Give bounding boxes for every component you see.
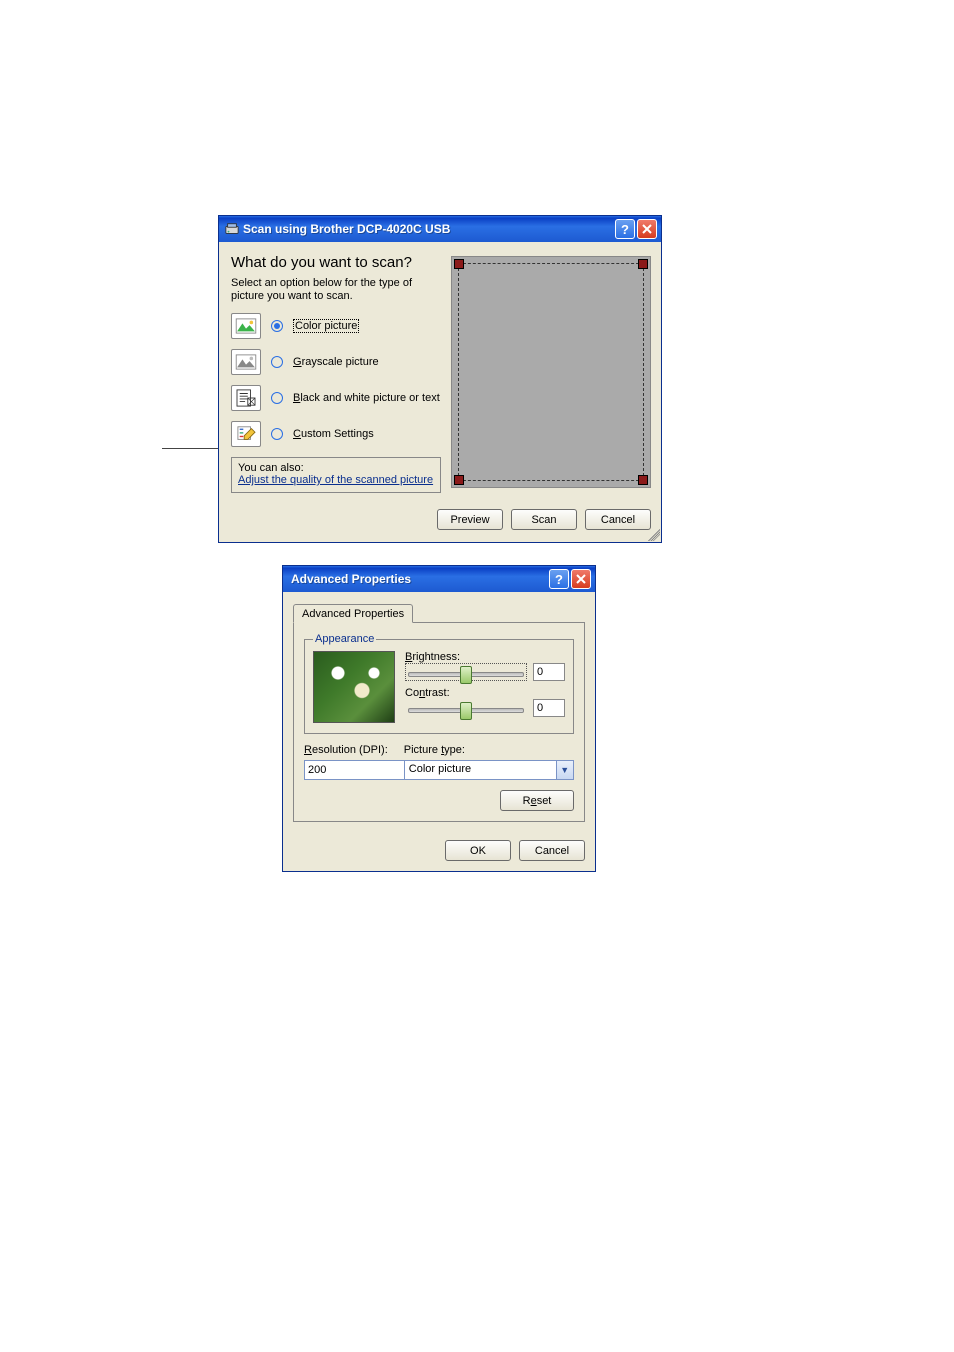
option-color-picture[interactable]: Color picture [231,313,441,339]
tab-advanced-properties[interactable]: Advanced Properties [293,604,413,623]
adv-dialog-titlebar[interactable]: Advanced Properties ? [283,566,595,592]
contrast-value-input[interactable] [533,699,565,717]
appearance-group: Appearance Brightness: [304,633,574,734]
crop-handle-bottom-left[interactable] [454,475,464,485]
titlebar-close-button[interactable] [571,569,591,589]
scan-subtext: Select an option below for the type of p… [231,277,441,303]
picture-type-value: Color picture [405,761,556,779]
option-label: Color picture [293,320,359,332]
custom-settings-icon [231,421,261,447]
cancel-button[interactable]: Cancel [585,509,651,530]
you-can-also-box: You can also: Adjust the quality of the … [231,457,441,493]
brightness-label: Brightness: [405,651,565,663]
titlebar-help-button[interactable]: ? [615,219,635,239]
radio-icon [271,356,283,368]
picture-type-label: Picture type: [404,744,574,756]
bw-text-icon [231,385,261,411]
scan-dialog: Scan using Brother DCP-4020C USB ? What … [218,215,662,543]
option-label: Black and white picture or text [293,392,440,404]
grayscale-picture-icon [231,349,261,375]
picture-type-combobox[interactable]: Color picture ▼ [404,760,574,780]
option-custom-settings[interactable]: Custom Settings [231,421,441,447]
tab-page: Appearance Brightness: [293,622,585,822]
scan-dialog-titlebar[interactable]: Scan using Brother DCP-4020C USB ? [219,216,661,242]
chevron-down-icon[interactable]: ▼ [556,761,573,779]
option-black-white-text[interactable]: Black and white picture or text [231,385,441,411]
scan-preview-area[interactable] [451,256,651,488]
contrast-slider[interactable] [405,699,527,717]
option-grayscale-picture[interactable]: Grayscale picture [231,349,441,375]
leader-line [162,448,226,449]
radio-icon [271,320,283,332]
slider-thumb-icon[interactable] [460,666,472,684]
resolution-spinner[interactable]: ▲ ▼ [304,760,376,780]
crop-handle-bottom-right[interactable] [638,475,648,485]
cancel-button[interactable]: Cancel [519,840,585,861]
appearance-legend: Appearance [313,633,376,645]
resize-grip[interactable] [648,529,660,541]
adv-dialog-title: Advanced Properties [291,572,411,586]
color-picture-icon [231,313,261,339]
advanced-properties-dialog: Advanced Properties ? Advanced Propertie… [282,565,596,872]
titlebar-help-button[interactable]: ? [549,569,569,589]
scan-button[interactable]: Scan [511,509,577,530]
titlebar-close-button[interactable] [637,219,657,239]
preview-button[interactable]: Preview [437,509,503,530]
scanner-icon [225,222,239,236]
crop-selection[interactable] [458,263,644,481]
contrast-label: Contrast: [405,687,565,699]
adjust-quality-link[interactable]: Adjust the quality of the scanned pictur… [238,474,434,486]
crop-handle-top-right[interactable] [638,259,648,269]
option-label: Custom Settings [293,428,374,440]
appearance-preview-thumbnail [313,651,395,723]
ok-button[interactable]: OK [445,840,511,861]
slider-thumb-icon[interactable] [460,702,472,720]
radio-icon [271,392,283,404]
scan-dialog-title: Scan using Brother DCP-4020C USB [243,222,450,236]
you-can-also-label: You can also: [238,462,434,474]
resolution-label: Resolution (DPI): [304,744,388,756]
option-label: Grayscale picture [293,356,379,368]
brightness-slider[interactable] [405,663,527,681]
radio-icon [271,428,283,440]
crop-handle-top-left[interactable] [454,259,464,269]
brightness-value-input[interactable] [533,663,565,681]
scan-heading: What do you want to scan? [231,254,441,271]
reset-button[interactable]: Reset [500,790,574,811]
